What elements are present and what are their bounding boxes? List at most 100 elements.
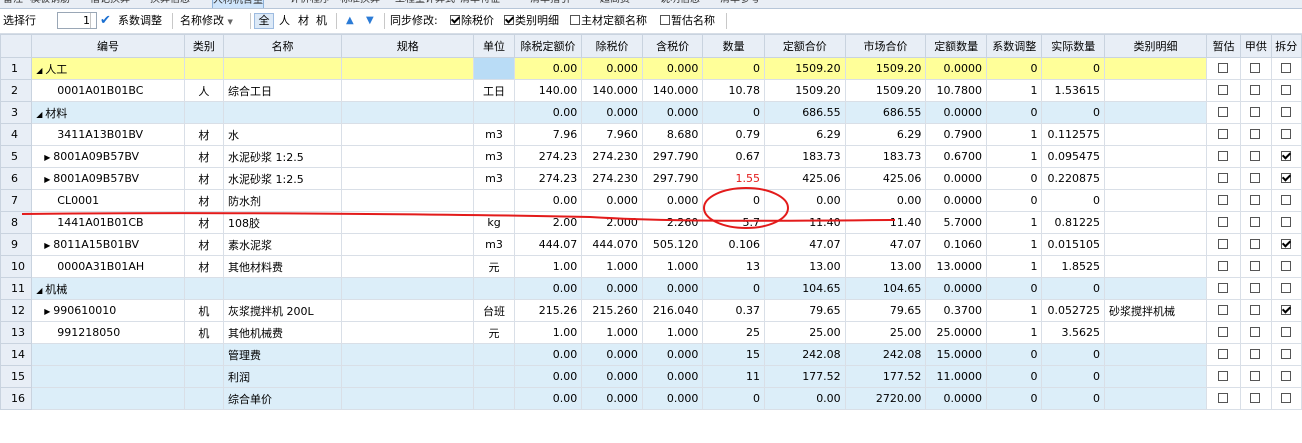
opt-provisional-name[interactable]: 暂估名称	[660, 13, 715, 29]
cell-p3[interactable]: 0.000	[641, 343, 704, 366]
cell-p1[interactable]: 0.00	[513, 387, 583, 410]
cell-aq[interactable]: 0	[1041, 57, 1106, 80]
cell-type[interactable]	[183, 101, 225, 124]
checkbox-icon[interactable]	[1218, 393, 1229, 403]
cell-p1[interactable]: 444.07	[513, 233, 583, 256]
checkbox-checked-icon[interactable]	[450, 15, 460, 25]
checkbox-checked-icon[interactable]	[1280, 173, 1291, 183]
table-row[interactable]: 12 ▶ 990610010 机灰浆搅拌机 200L 台班 215.26 215.260 21…	[0, 299, 1302, 322]
cell-p1[interactable]: 0.00	[513, 189, 583, 212]
cell-dq[interactable]: 0.0000	[925, 101, 987, 124]
cell-t1[interactable]: 0.00	[763, 189, 846, 212]
cell-name[interactable]: 素水泥浆	[223, 233, 343, 256]
cell-p3[interactable]: 505.120	[641, 233, 704, 256]
cell-aq[interactable]: 0.015105	[1041, 233, 1106, 256]
cell-qty[interactable]: 5.7	[702, 211, 765, 234]
checkbox-icon[interactable]	[1218, 63, 1229, 73]
row-number[interactable]: 11	[0, 277, 33, 300]
tab-2[interactable]: 借记换算	[90, 0, 130, 7]
tab-6[interactable]: 标准换算	[340, 0, 380, 7]
row-number[interactable]: 15	[0, 365, 33, 388]
tab-7[interactable]: 工程量计算式	[395, 0, 455, 7]
cell-t2[interactable]: 13.00	[844, 255, 927, 278]
cell-t2[interactable]: 1509.20	[844, 79, 927, 102]
cell-qty[interactable]: 11	[702, 365, 765, 388]
column-header[interactable]: 数量	[702, 34, 765, 58]
cell-unit[interactable]: 元	[473, 255, 515, 278]
row-number[interactable]: 5	[0, 145, 33, 168]
cell-name[interactable]: 其他材料费	[223, 255, 343, 278]
cell-aq[interactable]: 3.5625	[1041, 321, 1106, 344]
checkbox-checked-icon[interactable]	[1280, 151, 1291, 161]
cell-p1[interactable]: 140.00	[513, 79, 583, 102]
row-number[interactable]: 13	[0, 321, 33, 344]
cell-p3[interactable]: 0.000	[641, 189, 704, 212]
column-header[interactable]: 含税价	[641, 34, 704, 58]
table-row[interactable]: 15 利润 0.00 0.000 0.000 11 177.52 177.52 11.0000 0…	[0, 365, 1302, 388]
cell-cat[interactable]	[1104, 123, 1207, 146]
cell-cat[interactable]	[1104, 343, 1207, 366]
cell-spec[interactable]	[341, 277, 475, 300]
cell-t2[interactable]: 177.52	[844, 365, 927, 388]
cell-type[interactable]: 材	[183, 123, 225, 146]
cell-cat[interactable]	[1104, 167, 1207, 190]
cell-aq[interactable]: 0	[1041, 365, 1106, 388]
cell-dq[interactable]: 25.0000	[925, 321, 987, 344]
checkbox-icon[interactable]	[1218, 151, 1229, 161]
cell-cat[interactable]: 砂浆搅拌机械	[1104, 299, 1207, 322]
cell-unit[interactable]: 工日	[473, 79, 515, 102]
cell-spec[interactable]	[341, 365, 475, 388]
cell-p2[interactable]: 0.000	[581, 387, 643, 410]
cell-p1[interactable]: 215.26	[513, 299, 583, 322]
cell-t1[interactable]: 0.00	[763, 387, 846, 410]
cell-t1[interactable]: 25.00	[763, 321, 846, 344]
cell-name[interactable]: 水泥砂浆 1:2.5	[223, 167, 343, 190]
cell-qty[interactable]: 0	[702, 101, 765, 124]
cell-aq[interactable]: 1.53615	[1041, 79, 1106, 102]
checkbox-icon[interactable]	[1218, 305, 1229, 315]
cell-dq[interactable]: 5.7000	[925, 211, 987, 234]
cell-name[interactable]: 水泥砂浆 1:2.5	[223, 145, 343, 168]
cell-unit[interactable]	[473, 57, 515, 80]
cell-cat[interactable]	[1104, 321, 1207, 344]
checkbox-icon[interactable]	[1218, 195, 1229, 205]
row-number[interactable]: 4	[0, 123, 33, 146]
checkbox-icon[interactable]	[1218, 107, 1229, 117]
cell-coef[interactable]: 1	[985, 79, 1043, 102]
cell-p1[interactable]: 274.23	[513, 167, 583, 190]
move-up-icon[interactable]: ▲	[346, 13, 354, 29]
collapse-icon[interactable]: ◢	[36, 110, 45, 119]
cell-unit[interactable]: m3	[473, 145, 515, 168]
cell-type[interactable]: 机	[183, 299, 225, 322]
cell-qty[interactable]: 1.55	[702, 167, 765, 190]
cell-t2[interactable]: 0.00	[844, 189, 927, 212]
cell-qty[interactable]: 0.106	[702, 233, 765, 256]
tab-8[interactable]: 清单特征	[460, 0, 500, 7]
cell-dq[interactable]: 10.7800	[925, 79, 987, 102]
row-number[interactable]: 12	[0, 299, 33, 322]
cell-code[interactable]	[31, 365, 185, 388]
cell-p3[interactable]: 0.000	[641, 387, 704, 410]
cell-coef[interactable]: 1	[985, 321, 1043, 344]
cell-aq[interactable]: 0	[1041, 277, 1106, 300]
filter-machine-button[interactable]: 机	[316, 13, 327, 29]
cell-p3[interactable]: 2.260	[641, 211, 704, 234]
column-header[interactable]: 除税价	[581, 34, 643, 58]
column-header[interactable]: 暂估	[1205, 34, 1242, 58]
cell-p1[interactable]: 274.23	[513, 145, 583, 168]
column-header[interactable]: 定额数量	[925, 34, 987, 58]
cell-t1[interactable]: 686.55	[763, 101, 846, 124]
column-header[interactable]: 系数调整	[985, 34, 1043, 58]
cell-coef[interactable]: 0	[985, 101, 1043, 124]
cell-cat[interactable]	[1104, 255, 1207, 278]
cell-spec[interactable]	[341, 79, 475, 102]
cell-t2[interactable]: 6.29	[844, 123, 927, 146]
filter-material-button[interactable]: 材	[298, 13, 309, 29]
tab-5[interactable]: 计价程序	[290, 0, 330, 7]
cell-code[interactable]: 991218050	[31, 321, 185, 344]
checkbox-icon[interactable]	[1218, 85, 1229, 95]
column-header[interactable]: 拆分	[1270, 34, 1302, 58]
cell-p1[interactable]: 0.00	[513, 365, 583, 388]
cell-cat[interactable]	[1104, 79, 1207, 102]
checkbox-icon[interactable]	[1280, 217, 1291, 227]
